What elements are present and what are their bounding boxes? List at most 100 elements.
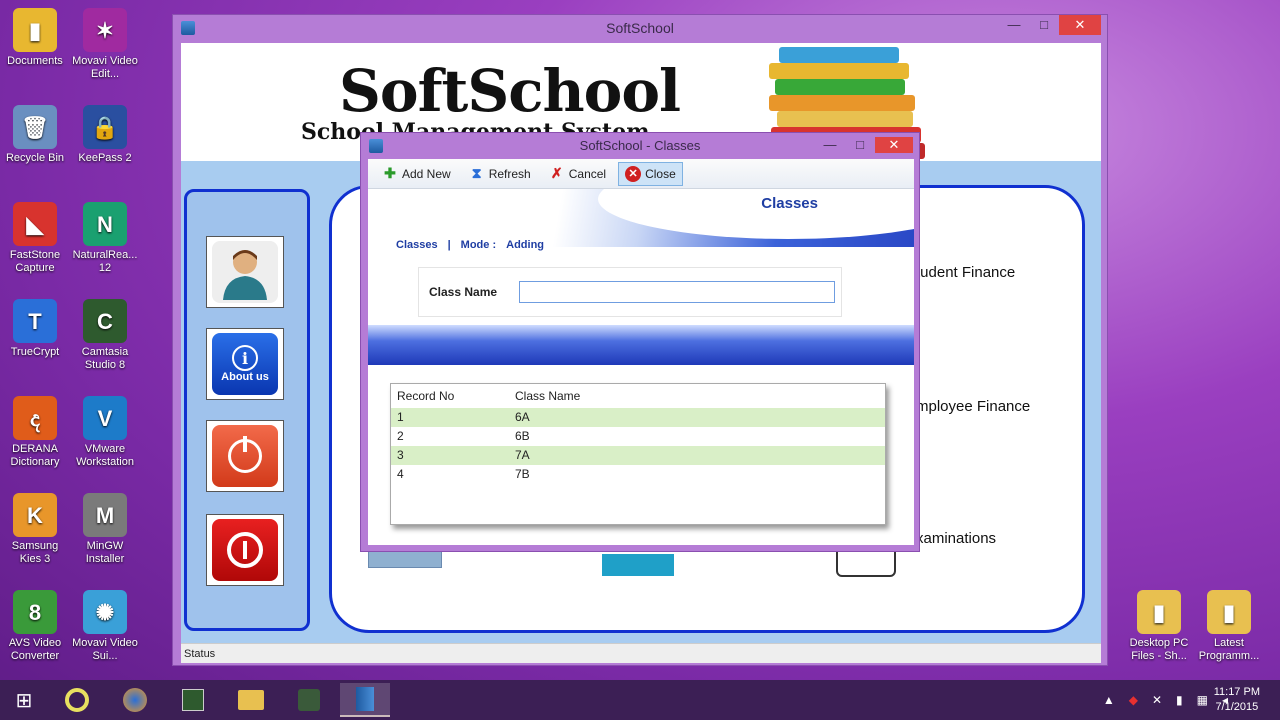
desktop-icon-label: KeePass 2: [78, 152, 132, 164]
desktop-icon[interactable]: 🔒 KeePass 2: [70, 105, 140, 165]
cell-record-no: 1: [397, 410, 404, 424]
column-header-class-name[interactable]: Class Name: [515, 384, 815, 408]
class-name-input[interactable]: [519, 281, 835, 303]
dialog-close-icon[interactable]: ✕: [875, 137, 913, 153]
desktop-icon[interactable]: V VMware Workstation: [70, 396, 140, 469]
power-button[interactable]: [206, 514, 284, 586]
desktop-icon-label: Latest Programm...: [1198, 637, 1260, 662]
table-row[interactable]: 3 7A: [391, 446, 885, 465]
softschool-taskbar-icon[interactable]: [340, 683, 390, 717]
dialog-app-icon: [369, 139, 383, 153]
desktop-app-icon: ද: [13, 396, 57, 440]
dialog-maximize-icon[interactable]: □: [845, 137, 875, 153]
dialog-minimize-icon[interactable]: —: [815, 137, 845, 153]
class-name-form: Class Name: [418, 267, 842, 317]
desktop-icon[interactable]: M MinGW Installer: [70, 493, 140, 566]
close-label: Close: [645, 166, 676, 181]
desktop-app-icon: ✺: [83, 590, 127, 634]
main-window-title: SoftSchool: [606, 20, 674, 36]
desktop-icon-label: FastStone Capture: [9, 249, 61, 274]
desktop-icon[interactable]: ▮ Documents: [0, 8, 70, 68]
desktop-icon-label: AVS Video Converter: [8, 637, 62, 662]
desktop-icon[interactable]: ▮ Latest Programm...: [1194, 590, 1264, 663]
breadcrumb: Classes | Mode : Adding: [396, 239, 544, 251]
signal-icon[interactable]: ▦: [1197, 693, 1208, 707]
camtasia-taskbar-icon[interactable]: [168, 683, 218, 717]
desktop-icon[interactable]: 🗑 Recycle Bin: [0, 105, 70, 165]
desktop-icon[interactable]: ◣ FastStone Capture: [0, 202, 70, 275]
desktop-app-icon: 🔒: [83, 105, 127, 149]
desktop-icon[interactable]: ▮ Desktop PC Files - Sh...: [1124, 590, 1194, 663]
desktop-icon[interactable]: T TrueCrypt: [0, 299, 70, 359]
dialog-toolbar: ✚ Add New ⧗ Refresh ✗ Cancel ✕ Close: [368, 159, 914, 189]
desktop-icon[interactable]: C Camtasia Studio 8: [70, 299, 140, 372]
grid-header: Record No Class Name: [391, 384, 885, 408]
desktop-app-icon: ▮: [13, 8, 57, 52]
add-new-button[interactable]: ✚ Add New: [376, 162, 457, 186]
windows-start-icon[interactable]: ⊞: [0, 680, 48, 720]
desktop-app-icon: 🗑: [13, 105, 57, 149]
cancel-button[interactable]: ✗ Cancel: [543, 162, 612, 186]
tray-arrow-icon[interactable]: ▲: [1103, 693, 1115, 707]
desktop-app-icon: V: [83, 396, 127, 440]
crumb-separator: |: [447, 239, 451, 251]
desktop-icon[interactable]: ද DERANA Dictionary: [0, 396, 70, 469]
menu-examinations[interactable]: xaminations: [916, 530, 996, 547]
desktop-app-icon: 8: [13, 590, 57, 634]
cancel-x-icon: ✗: [550, 165, 563, 181]
close-circle-icon: ✕: [625, 165, 642, 182]
network-x-icon[interactable]: ✕: [1152, 693, 1162, 707]
desktop-icon-label: Movavi Video Edit...: [72, 55, 138, 80]
desktop-icon-label: Samsung Kies 3: [11, 540, 59, 565]
mode-value: Adding: [506, 239, 545, 251]
main-titlebar[interactable]: SoftSchool — □ ✕: [173, 15, 1107, 43]
ring-app-icon[interactable]: [52, 683, 102, 717]
desktop-app-icon: ✶: [83, 8, 127, 52]
logoff-button[interactable]: [206, 420, 284, 492]
app-icon: [181, 21, 195, 35]
cell-record-no: 4: [397, 467, 404, 481]
antivirus-icon[interactable]: ◆: [1129, 693, 1138, 707]
dialog-title: SoftSchool - Classes: [579, 138, 701, 153]
firefox-icon[interactable]: [110, 683, 160, 717]
user-button[interactable]: [206, 236, 284, 308]
table-row[interactable]: 1 6A: [391, 408, 885, 427]
cube-icon: [602, 554, 674, 576]
power-icon: [227, 532, 263, 568]
clock[interactable]: 11:17 PM 7/1/2015: [1214, 685, 1260, 715]
dialog-titlebar[interactable]: SoftSchool - Classes — □ ✕: [361, 133, 919, 159]
table-row[interactable]: 2 6B: [391, 427, 885, 446]
taskbar: ⊞ ▲ ◆ ✕ ▮ ▦ ◂ 11:17 PM 7/1/2015: [0, 680, 1280, 720]
desktop-icon-label: NaturalRea... 12: [72, 249, 138, 274]
battery-icon[interactable]: ▮: [1176, 693, 1183, 707]
menu-student-finance[interactable]: tudent Finance: [916, 264, 1015, 281]
column-header-record-no[interactable]: Record No: [397, 384, 515, 408]
close-icon[interactable]: ✕: [1059, 15, 1101, 35]
hourglass-icon: ⧗: [471, 165, 482, 181]
desktop-icon-label: MinGW Installer: [85, 540, 125, 565]
desktop-icon[interactable]: ✶ Movavi Video Edit...: [70, 8, 140, 81]
about-us-label: About us: [221, 371, 269, 383]
refresh-button[interactable]: ⧗ Refresh: [463, 162, 537, 186]
table-row[interactable]: 4 7B: [391, 465, 885, 484]
about-us-button[interactable]: i About us: [206, 328, 284, 400]
maximize-icon[interactable]: □: [1029, 15, 1059, 35]
dialog-header-title: Classes: [761, 195, 818, 212]
menu-employee-finance[interactable]: mployee Finance: [916, 398, 1030, 415]
plus-icon: ✚: [384, 165, 396, 181]
desktop-icon[interactable]: N NaturalRea... 12: [70, 202, 140, 275]
classes-grid[interactable]: Record No Class Name 1 6A 2 6B 3 7A 4 7B: [390, 383, 886, 525]
cell-class-name: 7A: [515, 448, 530, 462]
desktop-icon[interactable]: 8 AVS Video Converter: [0, 590, 70, 663]
cell-class-name: 6B: [515, 429, 530, 443]
desktop-icon-label: Documents: [7, 55, 63, 67]
close-button[interactable]: ✕ Close: [618, 161, 683, 186]
camtasia-recorder-icon[interactable]: [284, 683, 334, 717]
desktop-icon[interactable]: ✺ Movavi Video Sui...: [70, 590, 140, 663]
class-name-label: Class Name: [429, 285, 498, 299]
desktop-icon-label: VMware Workstation: [76, 443, 134, 468]
desktop-icon[interactable]: K Samsung Kies 3: [0, 493, 70, 566]
desktop-app-icon: T: [13, 299, 57, 343]
file-explorer-icon[interactable]: [226, 683, 276, 717]
minimize-icon[interactable]: —: [999, 15, 1029, 35]
